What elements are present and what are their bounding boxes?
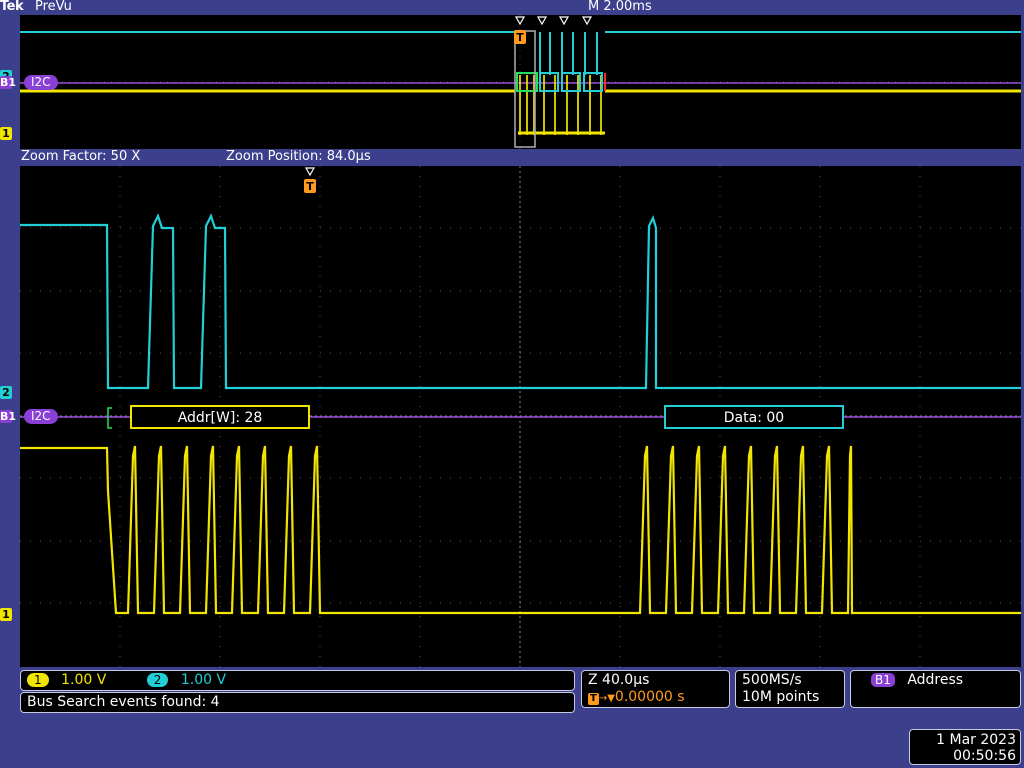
zoom-svg: Addr[W]: 28 Data: 00 T bbox=[20, 166, 1021, 667]
date: 1 Mar 2023 bbox=[936, 732, 1016, 748]
packet-addr[interactable]: Addr[W]: 28 bbox=[130, 405, 310, 429]
zoom-scale[interactable]: Z 40.0µs bbox=[588, 672, 723, 689]
trigger-position-icon: T bbox=[588, 693, 599, 705]
overview-bus-marker[interactable]: B1 bbox=[0, 76, 16, 89]
svg-text:Addr[W]: 28: Addr[W]: 28 bbox=[178, 410, 263, 426]
svg-text:T: T bbox=[306, 180, 314, 193]
top-bar: Tek PreVu M 2.00ms bbox=[0, 0, 1024, 16]
trigger-position-value: 0.00000 s bbox=[614, 689, 685, 705]
ch2-tag: 2 bbox=[146, 673, 169, 687]
trigger-position-row[interactable]: T →▼0.00000 s bbox=[588, 689, 723, 707]
packet-data[interactable]: Data: 00 bbox=[664, 405, 844, 429]
svg-text:Data: 00: Data: 00 bbox=[724, 410, 784, 426]
ch1-tag: 1 bbox=[27, 673, 49, 687]
zoom-bus-label: I2C bbox=[24, 409, 58, 424]
trigger-box[interactable]: B1 Address bbox=[850, 670, 1021, 708]
zoom-factor[interactable]: Zoom Factor: 50 X bbox=[21, 149, 140, 164]
acquisition-mode: PreVu bbox=[35, 0, 72, 14]
acquisition-box[interactable]: 500MS/s 10M points bbox=[735, 670, 845, 708]
channel-scale-box[interactable]: 1 1.00 V 2 1.00 V bbox=[20, 670, 575, 691]
time: 00:50:56 bbox=[953, 748, 1016, 764]
overview-ch1-marker[interactable]: 1 bbox=[0, 127, 12, 140]
date-time-box: 1 Mar 2023 00:50:56 bbox=[909, 729, 1021, 765]
trigger-arrow-icon: →▼ bbox=[598, 693, 615, 704]
start-condition-marker bbox=[107, 407, 112, 429]
ch1-scale[interactable]: 1.00 V bbox=[61, 672, 106, 688]
trigger-source-tag: B1 bbox=[871, 673, 895, 687]
zoom-ch1-marker[interactable]: 1 bbox=[0, 608, 12, 621]
trigger-type: Address bbox=[907, 672, 964, 688]
overview-trigger-icon: T bbox=[514, 30, 526, 44]
overview-waveform-screen[interactable]: T bbox=[20, 15, 1021, 149]
search-status-box[interactable]: Bus Search events found: 4 bbox=[20, 692, 575, 713]
zoom-trigger-marker: T bbox=[304, 167, 316, 193]
overview-bus-packets bbox=[516, 72, 606, 92]
search-events-count: Bus Search events found: 4 bbox=[27, 694, 220, 710]
svg-text:T: T bbox=[516, 31, 524, 44]
zoom-waveform-screen[interactable]: Addr[W]: 28 Data: 00 T bbox=[20, 166, 1021, 667]
overview-burst bbox=[519, 75, 602, 135]
search-event-markers bbox=[514, 16, 593, 26]
brand-logo: Tek bbox=[0, 0, 24, 14]
overview-bus-label: I2C bbox=[24, 75, 58, 90]
zoom-bus-marker[interactable]: B1 bbox=[0, 410, 16, 423]
sample-rate: 500MS/s bbox=[742, 672, 802, 688]
zoom-ch2-marker[interactable]: 2 bbox=[0, 386, 12, 399]
zoom-position[interactable]: Zoom Position: 84.0µs bbox=[226, 149, 371, 164]
timebase-readout[interactable]: M 2.00ms bbox=[588, 0, 652, 14]
zoom-info-bar: Zoom Factor: 50 X Zoom Position: 84.0µs bbox=[0, 149, 1024, 166]
horizontal-box[interactable]: Z 40.0µs T →▼0.00000 s bbox=[581, 670, 730, 708]
overview-svg: T bbox=[20, 15, 1021, 149]
record-length: 10M points bbox=[742, 689, 820, 705]
ch2-scale[interactable]: 1.00 V bbox=[181, 672, 226, 688]
